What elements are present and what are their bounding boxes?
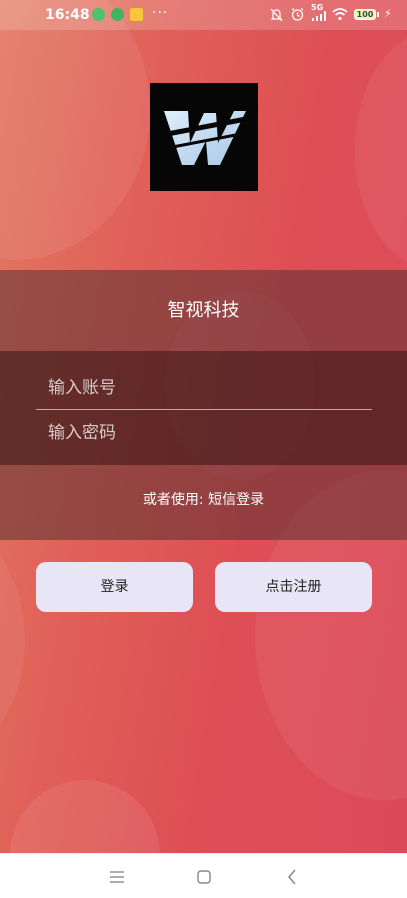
signal-icon <box>312 11 326 21</box>
back-icon[interactable] <box>287 869 297 885</box>
background-circle <box>0 0 150 260</box>
wifi-icon <box>332 8 348 21</box>
login-screen: 16:48 ··· 5G 100 ⚡ 智视科技 输入账号 或者使用: 短信登录 … <box>0 0 407 853</box>
alarm-icon <box>291 7 304 21</box>
login-button[interactable]: 登录 <box>36 562 193 612</box>
status-bar: 16:48 ··· 5G 100 ⚡ <box>0 0 407 30</box>
more-notifications-icon: ··· <box>152 5 169 21</box>
home-icon[interactable] <box>197 870 211 884</box>
logo-w-icon <box>161 111 247 165</box>
alt-login-band: 或者使用: 短信登录 <box>0 465 407 540</box>
password-input[interactable] <box>36 411 372 455</box>
background-circle <box>0 520 25 760</box>
login-form <box>0 351 407 465</box>
background-circle <box>355 30 407 270</box>
app-notification-icon <box>111 8 124 21</box>
app-logo <box>150 83 258 191</box>
message-notification-icon <box>130 8 143 21</box>
register-button[interactable]: 点击注册 <box>215 562 372 612</box>
menu-icon[interactable] <box>110 871 124 883</box>
battery-icon: 100 <box>354 9 376 20</box>
sms-login-link[interactable]: 或者使用: 短信登录 <box>0 489 407 509</box>
app-title: 智视科技 <box>167 300 240 321</box>
background-circle <box>10 780 160 853</box>
status-time: 16:48 <box>45 7 90 23</box>
app-notification-icon <box>92 8 105 21</box>
account-input[interactable] <box>36 366 372 410</box>
mute-icon <box>270 8 283 22</box>
charging-icon: ⚡ <box>384 7 392 20</box>
battery-tip <box>377 12 379 17</box>
title-band: 智视科技 <box>0 270 407 351</box>
system-nav-bar <box>0 853 407 898</box>
